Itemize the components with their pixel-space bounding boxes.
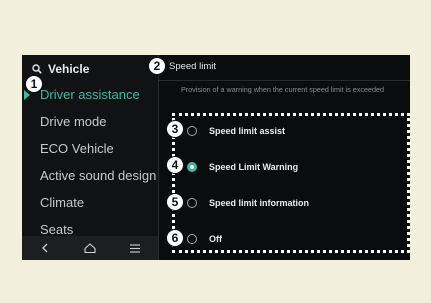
- settings-menu: Driver assistance Drive mode ECO Vehicle…: [22, 81, 158, 243]
- option-speed-limit-information[interactable]: Speed limit information: [159, 185, 410, 221]
- bottom-nav-bar: [22, 236, 158, 260]
- menu-item-active-sound-design[interactable]: Active sound design: [22, 162, 158, 189]
- menu-item-label: Seats: [40, 222, 74, 237]
- option-speed-limit-assist[interactable]: Speed limit assist: [159, 113, 410, 149]
- radio-button[interactable]: [187, 234, 197, 244]
- option-label: Speed Limit Warning: [209, 162, 299, 172]
- callout-2: 2: [148, 57, 166, 75]
- callout-4: 4: [166, 156, 184, 174]
- home-button[interactable]: [75, 236, 105, 260]
- menu-item-label: ECO Vehicle: [40, 141, 114, 156]
- menu-item-label: Active sound design: [40, 168, 157, 183]
- radio-button-selected[interactable]: [187, 162, 197, 172]
- callout-5: 5: [166, 193, 184, 211]
- radio-button[interactable]: [187, 198, 197, 208]
- speed-limit-options: Speed limit assist Speed Limit Warning S…: [159, 113, 410, 257]
- option-label: Off: [209, 234, 222, 244]
- menu-item-eco-vehicle[interactable]: ECO Vehicle: [22, 135, 158, 162]
- callout-6: 6: [166, 229, 184, 247]
- right-pane: Speed limit Provision of a warning when …: [159, 55, 410, 260]
- menu-item-label: Climate: [40, 195, 85, 210]
- option-label: Speed limit information: [209, 198, 310, 208]
- left-title: Vehicle: [48, 62, 90, 76]
- back-button[interactable]: [30, 236, 60, 260]
- radio-button[interactable]: [187, 126, 197, 136]
- menu-icon: [130, 243, 141, 253]
- search-icon[interactable]: [32, 64, 42, 74]
- back-icon: [41, 243, 48, 253]
- home-icon: [84, 243, 96, 253]
- infotainment-screen: Vehicle Driver assistance Drive mode ECO…: [22, 55, 410, 260]
- setting-description: Provision of a warning when the current …: [181, 85, 384, 94]
- callout-3: 3: [166, 120, 184, 138]
- menu-item-drive-mode[interactable]: Drive mode: [22, 108, 158, 135]
- menu-item-climate[interactable]: Climate: [22, 189, 158, 216]
- menu-button[interactable]: [120, 236, 150, 260]
- page-title: Speed limit: [169, 61, 216, 72]
- left-header: Vehicle: [32, 60, 89, 78]
- callout-1: 1: [25, 75, 43, 93]
- option-speed-limit-warning[interactable]: Speed Limit Warning: [159, 149, 410, 185]
- right-header: Speed limit: [159, 55, 410, 81]
- option-label: Speed limit assist: [209, 126, 286, 136]
- menu-item-label: Drive mode: [40, 114, 107, 129]
- option-off[interactable]: Off: [159, 221, 410, 257]
- menu-item-label: Driver assistance: [40, 87, 140, 102]
